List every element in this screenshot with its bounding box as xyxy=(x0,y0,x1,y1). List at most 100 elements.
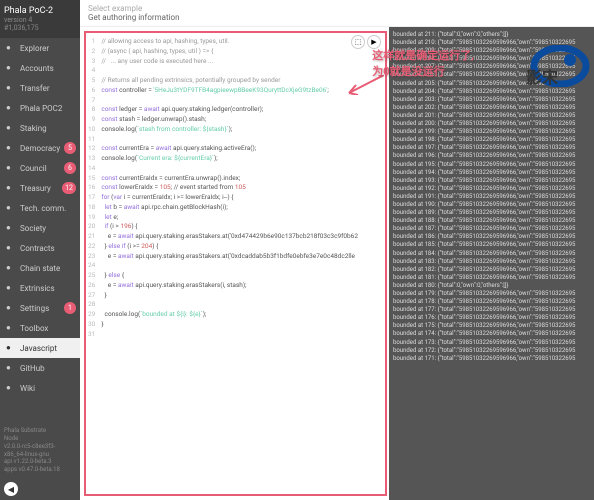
sidebar-item-label: Settings xyxy=(20,304,49,313)
console-line: bounded at 190: {"total":"59851032269596… xyxy=(393,201,590,209)
sliders-icon: ● xyxy=(6,283,16,293)
sidebar-item-chain-state[interactable]: ● Chain state xyxy=(0,258,80,278)
sidebar-item-label: Transfer xyxy=(20,84,50,93)
console-line: bounded at 200: {"total":"59851032269596… xyxy=(393,120,590,128)
console-line: bounded at 192: {"total":"59851032269596… xyxy=(393,185,590,193)
sidebar-item-label: Toolbox xyxy=(20,324,48,333)
console-line: bounded at 189: {"total":"59851032269596… xyxy=(393,209,590,217)
console-line: bounded at 183: {"total":"59851032269596… xyxy=(393,258,590,266)
exchange-icon: ● xyxy=(6,83,16,93)
sidebar-item-label: Society xyxy=(20,224,46,233)
sidebar-item-staking[interactable]: ● Staking xyxy=(0,118,80,138)
block-number: #1,036,175 xyxy=(4,24,76,32)
wrench-icon: ● xyxy=(6,323,16,333)
select-example-label: Select example xyxy=(88,4,586,13)
console-line: bounded at 181: {"total":"59851032269596… xyxy=(393,274,590,282)
sidebar-item-democracy[interactable]: ● Democracy 5 xyxy=(0,138,80,158)
cog-icon: ● xyxy=(6,303,16,313)
github-icon: ● xyxy=(6,363,16,373)
line-gutter: 1234567891011121314151617181920212223242… xyxy=(88,37,101,339)
sidebar-item-society[interactable]: ● Society xyxy=(0,218,80,238)
console-line: bounded at 184: {"total":"59851032269596… xyxy=(393,250,590,258)
console-line: bounded at 194: {"total":"59851032269596… xyxy=(393,169,590,177)
sidebar-item-github[interactable]: ● GitHub xyxy=(0,358,80,378)
badge: 5 xyxy=(64,142,76,154)
sidebar-item-treasury[interactable]: ●Treasury12 xyxy=(0,178,80,198)
hand-icon: ● xyxy=(6,223,16,233)
sidebar-item-explorer[interactable]: ●Explorer xyxy=(0,38,80,58)
console-line: bounded at 174: {"total":"59851032269596… xyxy=(393,330,590,338)
svg-text:影宋: 影宋 xyxy=(526,68,559,87)
console-line: bounded at 176: {"total":"59851032269596… xyxy=(393,314,590,322)
console-line: bounded at 171: {"total":"59851032269596… xyxy=(393,355,590,363)
building-icon: ● xyxy=(6,143,16,153)
console-output[interactable]: bounded at 211: {"total":0,"own":0,"othe… xyxy=(389,27,594,500)
sidebar-item-toolbox[interactable]: ● Toolbox xyxy=(0,318,80,338)
sidebar-item-label: Extrinsics xyxy=(20,284,55,293)
console-line: bounded at 180: {"total":0,"own":0,"othe… xyxy=(393,282,590,290)
console-line: bounded at 199: {"total":"59851032269596… xyxy=(393,128,590,136)
certificate-icon: ● xyxy=(6,123,16,133)
console-line: bounded at 178: {"total":"59851032269596… xyxy=(393,298,590,306)
building-icon: ● xyxy=(6,163,16,173)
sidebar-item-wiki[interactable]: ●Wiki xyxy=(0,378,80,398)
sidebar-item-label: Chain state xyxy=(20,264,60,273)
sidebar-item-council[interactable]: ●Council6 xyxy=(0,158,80,178)
page-title: Get authoring information xyxy=(88,13,586,22)
sidebar-item-javascript[interactable]: ● Javascript xyxy=(0,338,80,358)
badge: 12 xyxy=(62,182,76,194)
console-line: bounded at 182: {"total":"59851032269596… xyxy=(393,266,590,274)
save-button[interactable]: ⬚ xyxy=(351,35,365,49)
console-line: bounded at 172: {"total":"59851032269596… xyxy=(393,347,590,355)
sidebar-item-label: Phala POC2 xyxy=(20,104,62,113)
console-line: bounded at 186: {"total":"59851032269596… xyxy=(393,233,590,241)
sidebar-item-label: Staking xyxy=(20,124,47,133)
database-icon: ● xyxy=(6,263,16,273)
console-line: bounded at 202: {"total":"59851032269596… xyxy=(393,104,590,112)
sidebar-item-transfer[interactable]: ● Transfer xyxy=(0,78,80,98)
version: version 4 xyxy=(4,16,76,24)
console-line: bounded at 195: {"total":"59851032269596… xyxy=(393,161,590,169)
annotation-text: 这样就是确定运行了, 为0就是没运行 xyxy=(372,47,474,79)
console-line: bounded at 175: {"total":"59851032269596… xyxy=(393,322,590,330)
console-line: bounded at 211: {"total":0,"own":0,"othe… xyxy=(393,31,590,39)
sidebar-item-label: Treasury xyxy=(20,184,51,193)
console-line: bounded at 198: {"total":"59851032269596… xyxy=(393,136,590,144)
sidebar-item-label: Tech. comm. xyxy=(20,204,66,213)
console-line: bounded at 203: {"total":"59851032269596… xyxy=(393,96,590,104)
console-line: bounded at 188: {"total":"59851032269596… xyxy=(393,217,590,225)
badge: 1 xyxy=(64,302,76,314)
sidebar-footer: Phala SubstrateNodev2.0.0-rc5-c8ee3f3-x8… xyxy=(0,423,80,478)
code-editor[interactable]: ⬚ ▶ 123456789101112131415161718192021222… xyxy=(84,31,387,496)
users-icon: ● xyxy=(6,63,16,73)
book-icon: ● xyxy=(6,383,16,393)
sidebar-item-contracts[interactable]: ●Contracts xyxy=(0,238,80,258)
file-icon: ● xyxy=(6,243,16,253)
code-lines[interactable]: // allowing access to api, hashing, type… xyxy=(101,37,383,339)
console-line: bounded at 185: {"total":"59851032269596… xyxy=(393,241,590,249)
watermark-logo: 影宋 xyxy=(518,45,590,87)
console-line: bounded at 204: {"total":"59851032269596… xyxy=(393,88,590,96)
sidebar-item-label: Explorer xyxy=(20,44,49,53)
sidebar-header[interactable]: Phala PoC-2 version 4 #1,036,175 xyxy=(0,0,80,38)
app-title: Phala PoC-2 xyxy=(4,6,76,16)
sidebar-item-label: Democracy xyxy=(20,144,60,153)
sidebar-item-label: GitHub xyxy=(20,364,45,373)
console-line: bounded at 196: {"total":"59851032269596… xyxy=(393,152,590,160)
console-line: bounded at 201: {"total":"59851032269596… xyxy=(393,112,590,120)
collapse-button[interactable]: ◀ xyxy=(4,482,18,496)
badge: 6 xyxy=(64,162,76,174)
microchip-icon: ● xyxy=(6,203,16,213)
sidebar-item-extrinsics[interactable]: ● Extrinsics xyxy=(0,278,80,298)
sidebar-item-phala-poc2[interactable]: ●Phala POC2 xyxy=(0,98,80,118)
topbar: Select example Get authoring information xyxy=(80,0,594,27)
sidebar-item-accounts[interactable]: ●Accounts xyxy=(0,58,80,78)
sidebar-item-label: Javascript xyxy=(20,344,57,353)
sidebar-item-tech-comm-[interactable]: ● Tech. comm. xyxy=(0,198,80,218)
console-line: bounded at 187: {"total":"59851032269596… xyxy=(393,225,590,233)
console-line: bounded at 191: {"total":"59851032269596… xyxy=(393,193,590,201)
console-line: bounded at 193: {"total":"59851032269596… xyxy=(393,177,590,185)
code-icon: ● xyxy=(6,343,16,353)
console-line: bounded at 197: {"total":"59851032269596… xyxy=(393,144,590,152)
sidebar-item-settings[interactable]: ● Settings 1 xyxy=(0,298,80,318)
